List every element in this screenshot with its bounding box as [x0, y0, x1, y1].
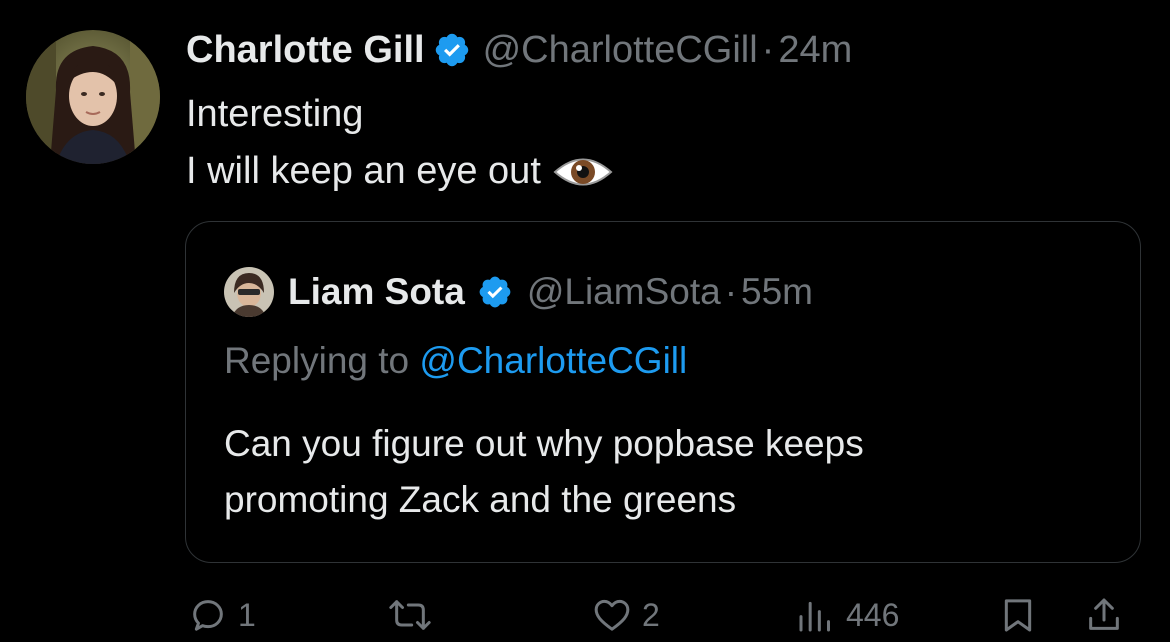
- author-handle[interactable]: @CharlotteCGill: [483, 29, 758, 72]
- reply-count: 1: [238, 596, 256, 633]
- quoted-tweet-text-line: promoting Zack and the greens: [224, 479, 737, 520]
- views-button[interactable]: 446: [796, 588, 899, 642]
- quoted-tweet-text-line: Can you figure out why popbase keeps: [224, 423, 864, 464]
- tweet-text-line: Interesting: [186, 93, 364, 135]
- author-avatar[interactable]: [26, 30, 160, 164]
- eye-emoji-icon: [553, 151, 613, 193]
- repost-icon: [386, 595, 434, 635]
- separator-dot: ·: [761, 28, 775, 71]
- like-count: 2: [642, 596, 660, 633]
- tweet[interactable]: Charlotte Gill @CharlotteCGill · 24m Int…: [0, 0, 1170, 642]
- quoted-tweet-text: Can you figure out why popbase keeps pro…: [224, 416, 864, 528]
- share-icon: [1084, 595, 1124, 635]
- like-button[interactable]: 2: [592, 588, 660, 642]
- verified-badge-icon[interactable]: [477, 274, 513, 310]
- tweet-text-line: I will keep an eye out: [186, 143, 613, 200]
- quoted-author-avatar[interactable]: [224, 267, 274, 317]
- quoted-author-display-name[interactable]: Liam Sota: [288, 271, 465, 313]
- tweet-timestamp[interactable]: 24m: [778, 29, 852, 72]
- share-button[interactable]: [1084, 588, 1124, 642]
- author-display-name[interactable]: Charlotte Gill: [186, 29, 425, 72]
- tweet-text-line-content: I will keep an eye out: [186, 150, 541, 192]
- bookmark-button[interactable]: [998, 588, 1038, 642]
- bar-chart-icon: [796, 595, 836, 635]
- verified-badge-icon[interactable]: [433, 31, 471, 69]
- heart-icon: [592, 595, 632, 635]
- separator-dot: ·: [724, 271, 738, 312]
- quoted-tweet[interactable]: Liam Sota @LiamSota · 55m Replying to @C…: [185, 221, 1141, 563]
- bookmark-icon: [998, 595, 1038, 635]
- replying-to: Replying to @CharlotteCGill: [224, 340, 687, 382]
- reply-icon: [188, 595, 228, 635]
- replying-to-prefix: Replying to: [224, 340, 410, 381]
- tweet-text: Interesting I will keep an eye out: [186, 86, 613, 200]
- quoted-tweet-header: Liam Sota @LiamSota · 55m: [224, 266, 813, 318]
- tweet-action-bar: 1 2 446: [0, 588, 1170, 642]
- tweet-header: Charlotte Gill @CharlotteCGill · 24m: [186, 24, 852, 76]
- views-count: 446: [846, 596, 900, 633]
- reply-button[interactable]: 1: [188, 588, 256, 642]
- replying-to-mention-link[interactable]: @CharlotteCGill: [419, 340, 687, 381]
- quoted-author-handle[interactable]: @LiamSota: [527, 271, 721, 313]
- quoted-tweet-timestamp[interactable]: 55m: [741, 271, 813, 313]
- repost-button[interactable]: [386, 588, 444, 642]
